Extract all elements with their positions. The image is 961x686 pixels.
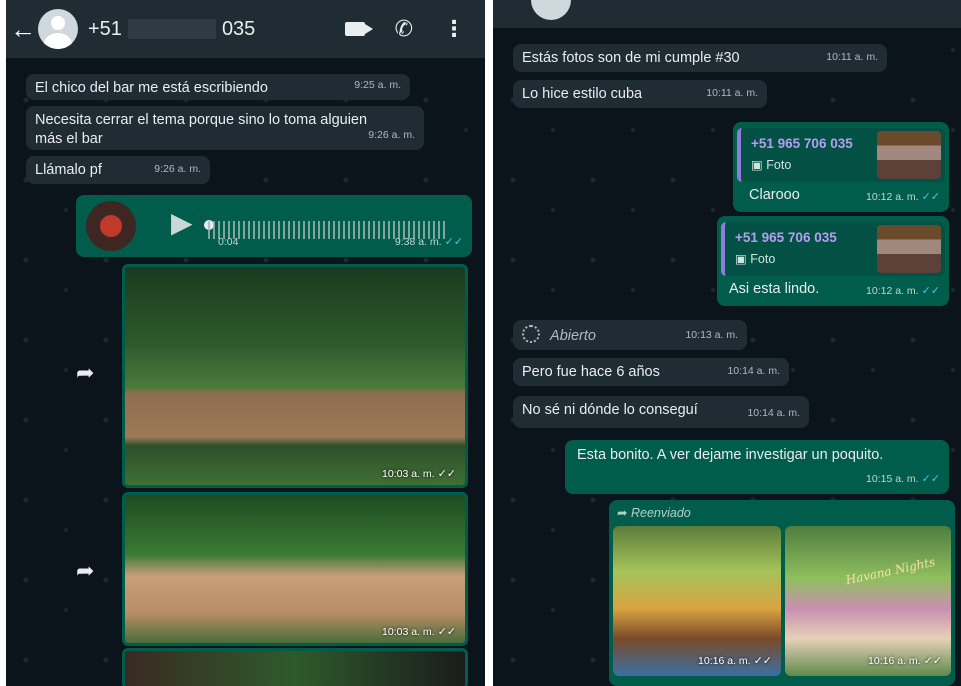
quoted-message[interactable]: +51 965 706 035 ▣ Foto <box>721 222 945 276</box>
double-check-icon: ✓✓ <box>921 473 940 485</box>
redacted-block <box>127 19 216 39</box>
forward-icon[interactable]: ➦ <box>76 360 94 386</box>
double-check-icon: ✓✓ <box>444 236 463 248</box>
forward-icon[interactable]: ➦ <box>76 558 94 584</box>
double-check-icon: ✓✓ <box>921 191 940 203</box>
phone-icon[interactable]: ✆ <box>395 16 413 42</box>
image-message[interactable]: 10:03 a. m. ✓✓ <box>122 264 468 488</box>
forwarded-arrow-icon: ➦ <box>617 506 628 520</box>
back-arrow-icon[interactable]: ← <box>10 14 36 45</box>
avatar[interactable] <box>531 0 571 20</box>
more-menu-icon[interactable]: ⋮ <box>443 16 465 42</box>
play-icon[interactable]: ▶ <box>171 209 193 237</box>
reply-message[interactable]: +51 965 706 035 ▣ Foto Clarooo 10:12 a. … <box>733 122 949 212</box>
voice-sender-avatar <box>86 201 136 251</box>
view-once-message[interactable]: Abierto 10:13 a. m. <box>513 320 747 350</box>
message-bubble[interactable]: Estás fotos son de mi cumple #30 10:11 a… <box>513 44 887 72</box>
message-bubble[interactable]: No sé ni dónde lo conseguí 10:14 a. m. <box>513 396 809 428</box>
avatar[interactable] <box>38 9 78 49</box>
message-bubble[interactable]: Esta bonito. A ver dejame investigar un … <box>565 440 949 494</box>
quoted-message[interactable]: +51 965 706 035 ▣ Foto <box>737 128 945 182</box>
chat-header <box>493 0 961 28</box>
chat-screen-left: ← +51 035 ✆ ⋮ El chico del bar me está e… <box>6 0 485 686</box>
quoted-photo-thumbnail <box>877 131 941 179</box>
reply-message[interactable]: +51 965 706 035 ▣ Foto Asi esta lindo. 1… <box>717 216 949 306</box>
image-message[interactable]: 10:03 a. m. ✓✓ <box>122 492 468 646</box>
message-bubble[interactable]: Lo hice estilo cuba 10:11 a. m. <box>513 80 767 108</box>
view-once-icon <box>522 325 540 343</box>
message-bubble[interactable]: Llámalo pf 9:26 a. m. <box>26 156 210 184</box>
double-check-icon: ✓✓ <box>921 285 940 297</box>
contact-phone[interactable]: +51 035 <box>88 18 255 41</box>
chat-header: ← +51 035 ✆ ⋮ <box>6 0 485 58</box>
video-call-icon[interactable] <box>344 22 373 36</box>
forwarded-album[interactable]: ➦ Reenviado 10:16 a. m. ✓✓ Havana Nights … <box>609 500 955 686</box>
album-photo[interactable]: 10:16 a. m. ✓✓ <box>613 526 781 676</box>
quoted-photo-thumbnail <box>877 225 941 273</box>
message-bubble[interactable]: Necesita cerrar el tema porque sino lo t… <box>26 106 424 150</box>
message-bubble[interactable]: El chico del bar me está escribiendo 9:2… <box>26 74 410 100</box>
voice-message[interactable]: ▶ 0:04 9:38 a. m. ✓✓ <box>76 195 472 257</box>
image-message[interactable] <box>122 648 468 686</box>
chat-screen-right: Estás fotos son de mi cumple #30 10:11 a… <box>493 0 961 686</box>
album-photo[interactable]: Havana Nights 10:16 a. m. ✓✓ <box>785 526 951 676</box>
message-bubble[interactable]: Pero fue hace 6 años 10:14 a. m. <box>513 358 789 386</box>
decor-sign: Havana Nights <box>844 554 937 588</box>
